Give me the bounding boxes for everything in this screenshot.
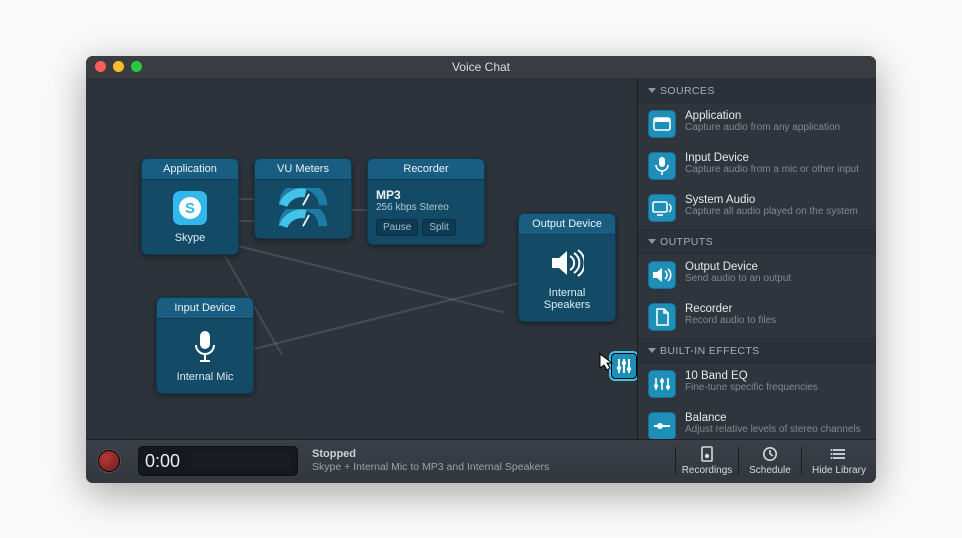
elapsed-time: 0:00 — [145, 451, 180, 472]
library-item[interactable]: System AudioCapture all audio played on … — [638, 187, 876, 229]
library-group-title: OUTPUTS — [660, 236, 713, 248]
library-item-desc: Record audio to files — [685, 315, 776, 328]
chevron-down-icon — [648, 88, 656, 93]
library-item-desc: Capture audio from any application — [685, 122, 840, 135]
library-group-header[interactable]: SOURCES — [638, 78, 876, 103]
record-icon — [98, 450, 120, 472]
recordings-button[interactable]: Recordings — [676, 446, 738, 476]
library-item[interactable]: Input DeviceCapture audio from a mic or … — [638, 145, 876, 187]
node-input-device[interactable]: Input Device Internal Mic — [156, 297, 254, 394]
timer-display: 0:00 — [138, 446, 298, 476]
node-application-title: Application — [142, 159, 238, 180]
library-group-header[interactable]: BUILT-IN EFFECTS — [638, 338, 876, 363]
window-controls — [95, 61, 142, 72]
svg-text:S: S — [185, 200, 195, 217]
recorder-format: MP3 — [376, 188, 476, 202]
node-output-title: Output Device — [519, 214, 615, 235]
window-title: Voice Chat — [86, 60, 876, 74]
status-panel: Stopped Skype + Internal Mic to MP3 and … — [312, 447, 549, 475]
node-recorder[interactable]: Recorder MP3 256 kbps Stereo Pause Split — [367, 158, 485, 245]
library-item-desc: Capture all audio played on the system — [685, 206, 858, 219]
library-item-title: Application — [685, 110, 840, 122]
chevron-down-icon — [648, 348, 656, 353]
speaker-icon — [525, 243, 609, 283]
skype-icon: S — [148, 188, 232, 228]
sliders-icon — [615, 357, 633, 375]
spk-icon — [648, 261, 676, 289]
status-title: Stopped — [312, 447, 549, 461]
app-window: Voice Chat Application S Skype — [86, 56, 876, 483]
schedule-button[interactable]: Schedule — [739, 446, 801, 476]
library-item[interactable]: 10 Band EQFine-tune specific frequencies — [638, 363, 876, 405]
library-item-title: System Audio — [685, 194, 858, 206]
file-icon — [648, 303, 676, 331]
recorder-pause-button[interactable]: Pause — [376, 219, 418, 236]
recorder-split-button[interactable]: Split — [422, 219, 455, 236]
zoom-icon[interactable] — [131, 61, 142, 72]
library-item-desc: Adjust relative levels of stereo channel… — [685, 424, 861, 437]
library-item[interactable]: RecorderRecord audio to files — [638, 296, 876, 338]
microphone-icon — [163, 327, 247, 367]
library-item-desc: Fine-tune specific frequencies — [685, 382, 818, 395]
status-description: Skype + Internal Mic to MP3 and Internal… — [312, 461, 549, 475]
library-item-title: Balance — [685, 412, 861, 424]
library-item-title: 10 Band EQ — [685, 370, 818, 382]
library-item[interactable]: ApplicationCapture audio from any applic… — [638, 103, 876, 145]
titlebar: Voice Chat — [86, 56, 876, 78]
library-item-title: Recorder — [685, 303, 776, 315]
minimize-icon[interactable] — [113, 61, 124, 72]
node-output-device[interactable]: Output Device Internal Speakers — [518, 213, 616, 322]
node-vumeters-title: VU Meters — [255, 159, 351, 180]
node-output-label: Internal Speakers — [525, 287, 609, 311]
vumeter-icon — [261, 188, 345, 228]
main-area: Application S Skype VU Meters — [86, 78, 876, 439]
library-item-title: Input Device — [685, 152, 859, 164]
library-item-title: Output Device — [685, 261, 791, 273]
node-recorder-title: Recorder — [368, 159, 484, 180]
library-item-desc: Send audio to an output — [685, 273, 791, 286]
library-sidebar[interactable]: SOURCES ApplicationCapture audio from any… — [638, 78, 876, 439]
pipeline-canvas[interactable]: Application S Skype VU Meters — [86, 78, 638, 439]
chevron-down-icon — [648, 239, 656, 244]
sys-icon — [648, 194, 676, 222]
bal-icon — [648, 412, 676, 439]
node-application-label: Skype — [148, 232, 232, 244]
node-vumeters[interactable]: VU Meters — [254, 158, 352, 239]
dragging-effect-chip[interactable] — [609, 351, 638, 381]
library-item[interactable]: BalanceAdjust relative levels of stereo … — [638, 405, 876, 439]
library-group-title: BUILT-IN EFFECTS — [660, 345, 760, 357]
record-button[interactable] — [86, 439, 132, 483]
footer-toolbar: 0:00 Stopped Skype + Internal Mic to MP3… — [86, 439, 876, 483]
node-input-label: Internal Mic — [163, 371, 247, 383]
app-icon — [648, 110, 676, 138]
clock-icon — [761, 446, 779, 462]
mic-icon — [648, 152, 676, 180]
library-group-header[interactable]: OUTPUTS — [638, 229, 876, 254]
close-icon[interactable] — [95, 61, 106, 72]
library-item[interactable]: Output DeviceSend audio to an output — [638, 254, 876, 296]
hide-library-button[interactable]: Hide Library — [802, 446, 876, 476]
list-icon — [830, 446, 848, 462]
node-application[interactable]: Application S Skype — [141, 158, 239, 255]
library-group-title: SOURCES — [660, 85, 715, 97]
level-grid-icon — [192, 452, 291, 470]
recordings-icon — [698, 446, 716, 462]
eq10-icon — [648, 370, 676, 398]
node-input-title: Input Device — [157, 298, 253, 319]
recorder-bitrate: 256 kbps Stereo — [376, 202, 476, 213]
library-item-desc: Capture audio from a mic or other input — [685, 164, 859, 177]
